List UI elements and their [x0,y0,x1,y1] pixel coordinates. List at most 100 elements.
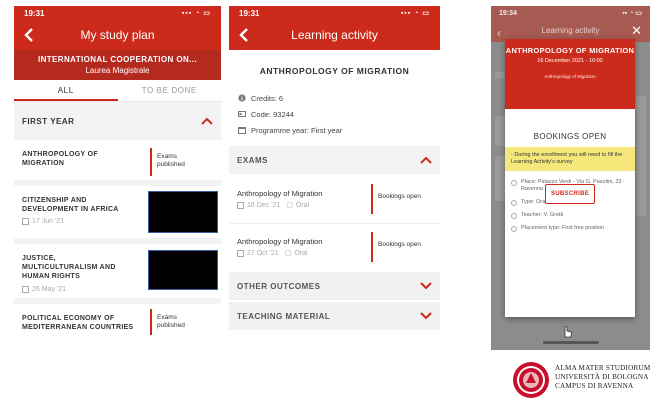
chevron-down-icon[interactable] [420,312,432,320]
placement-text: Placement type: First free position [521,225,605,231]
course-name: JUSTICE, MULTICULTURALISM AND HUMAN RIGH… [22,255,116,280]
signal-wifi-battery-icon: ▪▪ ◔ ▭ [622,10,642,17]
exam-name: Anthropology of Migration [237,189,323,198]
logo-line-1: ALMA MATER STUDIORUM [555,364,651,372]
modal-course-title: ANTHROPOLOGY OF MIGRATION [505,46,635,55]
exam-date: 27 Oct '21 [247,249,279,257]
document-icon [511,200,517,206]
course-date: 26 May '21 [22,286,66,293]
learning-activity-screen: 19:31 ▪▪▪ ◔ ▭ Learning activity ANTHROPO… [229,6,440,351]
redacted-box [148,191,218,233]
other-outcomes-label: OTHER OUTCOMES [237,281,321,291]
course-date: 17 Jun '21 [22,218,64,225]
close-icon[interactable]: ✕ [631,24,642,37]
back-arrow-icon[interactable] [22,26,36,44]
status-marker [150,148,152,176]
status-bar: 19:34 ▪▪ ◔ ▭ [491,6,650,20]
background-content [636,96,646,216]
detail-place: Place: Palazzo Verdi - Via G. Pasolini, … [511,179,629,193]
person-icon [511,213,517,219]
list-item[interactable]: CITIZENSHIP AND DEVELOPMENT IN AFRICA 17… [14,186,221,244]
chevron-down-icon[interactable] [420,282,432,290]
status-marker [371,184,373,214]
code-row: Code: 93244 [238,106,440,122]
list-item[interactable]: ANTHROPOLOGY OF MIGRATION Exams publishe… [14,140,221,186]
booking-modal: ANTHROPOLOGY OF MIGRATION 16 December 20… [505,39,635,317]
exam-type-icon: ▢ [284,250,292,257]
other-outcomes-header[interactable]: OTHER OUTCOMES [229,272,440,302]
navbar: My study plan [14,20,221,50]
background-content [495,116,505,146]
exam-type: Oral [294,249,308,257]
dimmed-header: 19:34 ▪▪ ◔ ▭ ‹ Learning activity ✕ [491,6,650,42]
detail-placement: Placement type: First free position [511,225,629,232]
date-text: 26 May '21 [32,286,67,293]
calendar-icon [238,127,246,134]
status-bar: 19:31 ▪▪▪ ◔ ▭ [14,6,221,20]
background-content [495,72,505,78]
signal-wifi-battery-icon: ▪▪▪ ◔ ▭ [400,10,430,17]
exams-section-header[interactable]: EXAMS [229,146,440,176]
course-banner: INTERNATIONAL COOPERATION ON... Laurea M… [14,50,221,80]
logo-line-3: CAMPUS DI RAVENNA [555,382,634,390]
chevron-up-icon[interactable] [420,156,432,164]
clock: 19:31 [239,8,260,18]
exam-status: Bookings open [378,193,422,200]
page-title: My study plan [80,28,155,42]
course-name: POLITICAL ECONOMY OF MEDITERRANEAN COUNT… [22,315,134,331]
background-content [495,156,505,201]
section-label: FIRST YEAR [22,116,75,126]
back-arrow-icon: ‹ [497,26,501,40]
exam-meta: 16 Dec '21 ▢ Oral [237,201,309,209]
survey-warning: - During the enrollment you will need to… [505,147,635,171]
list-item[interactable]: JUSTICE, MULTICULTURALISM AND HUMAN RIGH… [14,244,221,304]
year-text: Programme year: First year [251,125,343,135]
status-label: Exams published [157,153,185,168]
back-arrow-icon[interactable] [237,26,251,44]
place-text: Place: Palazzo Verdi - Via G. Pasolini, … [521,179,625,192]
tab-all[interactable]: ALL [14,80,118,101]
location-icon [511,180,517,186]
status-label: Exams published [157,314,185,329]
chevron-up-icon[interactable] [201,117,213,125]
navbar: Learning activity [229,20,440,50]
teaching-material-header[interactable]: TEACHING MATERIAL [229,302,440,332]
header: 19:31 ▪▪▪ ◔ ▭ My study plan [14,6,221,50]
calendar-icon [22,286,29,293]
teacher-text: Teacher: V. Gretti [521,212,564,218]
page-title: Learning activity [291,28,378,42]
activity-title: ANTHROPOLOGY OF MIGRATION [259,66,410,76]
exam-name: Anthropology of Migration [237,237,323,246]
teaching-material-label: TEACHING MATERIAL [237,311,331,321]
university-name: ALMA MATER STUDIORUM UNIVERSITÀ DI BOLOG… [555,364,650,391]
page-title: Learning activity [541,26,600,35]
exam-row[interactable]: Anthropology of Migration 27 Oct '21 ▢ O… [229,224,440,272]
calendar-icon [22,218,29,225]
exam-type: Oral [295,201,310,209]
status-bar: 19:31 ▪▪▪ ◔ ▭ [229,6,440,20]
degree-label: Laurea Magistrale [85,66,150,75]
type-text: Type: Oral [521,199,547,205]
modal-header: ANTHROPOLOGY OF MIGRATION 16 December 20… [505,39,635,109]
date-text: 17 Jun '21 [32,218,65,225]
modal-subtitle: Anthropology of Migration [544,74,596,79]
exam-meta: 27 Oct '21 ▢ Oral [237,249,308,257]
bookings-open-label: BOOKINGS OPEN [533,132,607,141]
tab-bar: ALL TO BE DONE [14,80,221,102]
exam-type-icon: ▢ [286,202,293,209]
signal-wifi-battery-icon: ▪▪▪ ◔ ▭ [181,10,211,17]
section-first-year[interactable]: FIRST YEAR [14,108,221,134]
list-item[interactable]: POLITICAL ECONOMY OF MEDITERRANEAN COUNT… [14,304,221,344]
status-marker [371,232,373,262]
calendar-icon [237,249,244,257]
exam-status: Bookings open [378,241,422,248]
tab-to-be-done[interactable]: TO BE DONE [118,80,222,101]
study-plan-screen: 19:31 ▪▪▪ ◔ ▭ My study plan INTERNATIONA… [14,6,221,351]
exam-date: 16 Dec '21 [247,201,281,209]
exam-row[interactable]: Anthropology of Migration 16 Dec '21 ▢ O… [229,176,440,224]
code-text: Code: 93244 [251,109,294,119]
detail-teacher: Teacher: V. Gretti [511,212,629,219]
modal-date: 16 December 2021 - 10:00 [537,58,603,64]
home-indicator [543,341,599,344]
clock: 19:31 [24,8,45,18]
